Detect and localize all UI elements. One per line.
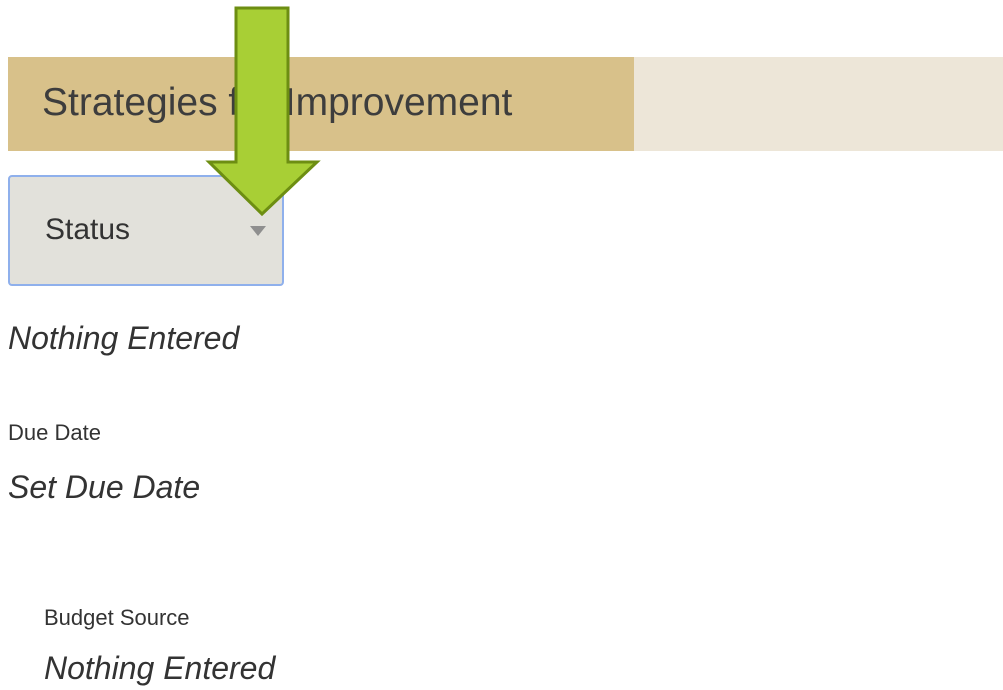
status-value: Nothing Entered — [8, 320, 240, 356]
status-dropdown-label: Status — [45, 213, 131, 246]
set-due-date-link[interactable]: Set Due Date — [8, 467, 200, 507]
arrow-down-icon — [205, 6, 321, 217]
budget-source-value: Nothing Entered — [44, 650, 276, 686]
due-date-label: Due Date — [8, 420, 101, 445]
caret-down-icon — [250, 226, 266, 236]
budget-source-label: Budget Source — [44, 605, 190, 630]
